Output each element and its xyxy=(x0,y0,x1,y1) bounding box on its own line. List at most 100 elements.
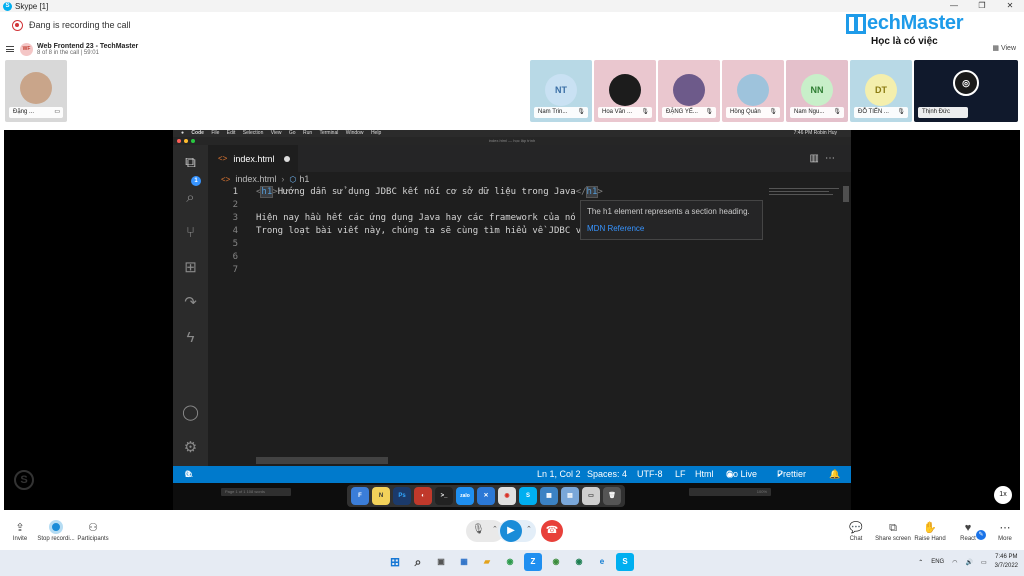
more-actions-icon[interactable]: ⋯ xyxy=(825,153,841,164)
menu-item[interactable]: Selection xyxy=(243,130,264,136)
hover-tooltip: The h1 element represents a section head… xyxy=(580,200,763,240)
maximize-button[interactable]: ❐ xyxy=(968,0,996,12)
video-toggle[interactable]: ▶ ⌃ xyxy=(498,520,536,542)
participant-tile[interactable]: NT Nam Trin... 🎙 xyxy=(530,60,592,122)
code-line[interactable]: Hiện nay hầu hết các ứng dụng Java hay c… xyxy=(256,212,587,225)
encoding-status[interactable]: UTF-8 xyxy=(637,466,663,483)
participant-tile[interactable]: DT ĐỖ TIẾN ... 🎙 xyxy=(850,60,912,122)
preview-icon[interactable]: ▤ xyxy=(561,487,579,505)
explorer-icon[interactable]: ⧉ xyxy=(181,153,200,172)
more-button[interactable]: ⋯ More xyxy=(985,520,1024,542)
zoom-window-icon[interactable] xyxy=(191,139,195,143)
extensions-icon[interactable]: ⊞ xyxy=(181,258,200,277)
menu-item[interactable]: File xyxy=(211,130,219,136)
language-indicator[interactable]: ENG xyxy=(931,559,944,565)
indentation-status[interactable]: Spaces: 4 xyxy=(587,466,627,483)
account-icon[interactable]: ◯ xyxy=(181,403,200,422)
minimap[interactable] xyxy=(769,186,843,198)
close-button[interactable]: ✕ xyxy=(996,0,1024,12)
chevron-up-icon[interactable]: ⌃ xyxy=(918,559,923,566)
menu-item[interactable]: Window xyxy=(346,130,364,136)
raise-hand-button[interactable]: ✋ Raise Hand xyxy=(910,520,950,542)
notifications-bell-icon[interactable]: 🔔 xyxy=(829,466,840,483)
wifi-icon[interactable]: ◠ xyxy=(952,559,957,566)
photoshop-icon[interactable]: Ps xyxy=(393,487,411,505)
file-explorer-icon[interactable]: ▰ xyxy=(478,553,496,571)
stop-recording-button[interactable]: Stop recordi... xyxy=(36,520,76,542)
menu-item[interactable]: Edit xyxy=(227,130,236,136)
participant-tile[interactable]: ◎ Thịnh Đức xyxy=(914,60,1018,122)
settings-gear-icon[interactable]: ⚙ xyxy=(181,438,200,457)
view-button[interactable]: ▦ View xyxy=(992,44,1016,52)
menu-item[interactable]: Terminal xyxy=(319,130,338,136)
participant-tile[interactable]: Hoa Văn ... 🎙 xyxy=(594,60,656,122)
vertical-scrollbar[interactable] xyxy=(843,186,849,202)
printer-icon[interactable]: ▭ xyxy=(582,487,600,505)
menu-icon[interactable] xyxy=(6,45,14,54)
horizontal-scrollbar[interactable] xyxy=(256,457,388,464)
chrome-profile-icon[interactable]: ◉ xyxy=(547,553,565,571)
unsaved-dot-icon[interactable] xyxy=(284,155,291,162)
skype-taskbar-icon[interactable]: S xyxy=(616,553,634,571)
split-editor-icon[interactable]: ▥ xyxy=(810,153,825,164)
mdn-reference-link[interactable]: MDN Reference xyxy=(587,224,756,233)
participant-tile[interactable]: Hồng Quân 🎙 xyxy=(722,60,784,122)
breadcrumb-file[interactable]: index.html xyxy=(235,174,276,184)
menu-item[interactable]: Go xyxy=(289,130,296,136)
chrome-icon[interactable]: ◉ xyxy=(501,553,519,571)
menu-item[interactable]: Run xyxy=(303,130,312,136)
screen-recorder-icon[interactable]: ◐ xyxy=(414,487,432,505)
language-status[interactable]: Html xyxy=(695,466,714,483)
remote-icon[interactable]: ↷ xyxy=(181,293,200,312)
code-line[interactable]: <h1>Hướng dẫn sử dụng JDBC kết nối cơ sở… xyxy=(256,186,603,199)
share-screen-button[interactable]: ⧉ Share screen xyxy=(873,520,913,542)
menu-item[interactable]: Code xyxy=(191,130,204,136)
end-call-button[interactable]: ☎ xyxy=(541,520,563,542)
chat-button[interactable]: 💬 Chat xyxy=(836,520,876,542)
zalo-icon[interactable]: zalo xyxy=(456,487,474,505)
source-control-icon[interactable]: ⑂ xyxy=(181,223,200,242)
battery-icon[interactable]: ▭ xyxy=(981,559,987,566)
close-window-icon[interactable] xyxy=(177,139,181,143)
edge-icon[interactable]: e xyxy=(593,553,611,571)
hand-icon: ✋ xyxy=(923,522,937,534)
terminal-icon[interactable]: >_ xyxy=(435,487,453,505)
chrome-profile-2-icon[interactable]: ◉ xyxy=(570,553,588,571)
cursor-position[interactable]: Ln 1, Col 2 xyxy=(537,466,581,483)
eol-status[interactable]: LF xyxy=(675,466,686,483)
menu-item[interactable]: Help xyxy=(371,130,381,136)
participant-tile[interactable]: Đặng ... ▭ xyxy=(5,60,67,122)
search-icon[interactable]: ⌕ xyxy=(409,553,427,571)
minimize-window-icon[interactable] xyxy=(184,139,188,143)
invite-button[interactable]: ⇪ Invite xyxy=(0,520,40,542)
windows-taskbar: ⊞ ⌕ ▣ ▦ ▰ ◉ Z ◉ ◉ e S ⌃ ENG ◠ 🔊 ▭ 7:46 P… xyxy=(0,550,1024,576)
participant-tile[interactable]: ĐẶNG YẾ... 🎙 xyxy=(658,60,720,122)
tab-index-html[interactable]: <> index.html xyxy=(208,145,298,172)
vscode-icon[interactable]: ✕ xyxy=(477,487,495,505)
chevron-up-icon[interactable]: ⌃ xyxy=(526,525,532,533)
notes-icon[interactable]: N xyxy=(372,487,390,505)
meeting-title[interactable]: Web Frontend 23 - TechMaster xyxy=(37,43,138,50)
zalo-icon[interactable]: Z xyxy=(524,553,542,571)
minimize-button[interactable]: — xyxy=(940,0,968,12)
breadcrumb-symbol[interactable]: h1 xyxy=(299,174,309,184)
widgets-icon[interactable]: ▦ xyxy=(455,553,473,571)
search-icon[interactable]: ⌕ xyxy=(181,188,200,207)
clock[interactable]: 7:46 PM 3/7/2022 xyxy=(995,553,1018,571)
lightning-icon[interactable]: ϟ xyxy=(181,328,200,347)
chevron-up-icon[interactable]: ⌃ xyxy=(492,525,498,533)
participants-button[interactable]: ⚇ Participants xyxy=(73,520,113,542)
task-view-icon[interactable]: ▣ xyxy=(432,553,450,571)
menu-item[interactable]: View xyxy=(271,130,282,136)
code-line[interactable]: Trong loạt bài viết này, chúng ta sẽ cùn… xyxy=(256,225,587,238)
trash-icon[interactable]: 🗑 xyxy=(603,487,621,505)
more-dots-icon: ⋯ xyxy=(999,522,1011,534)
word-icon[interactable]: ▦ xyxy=(540,487,558,505)
participant-tile[interactable]: NN Nam Ngu... 🎙 xyxy=(786,60,848,122)
chrome-icon[interactable]: ◉ xyxy=(498,487,516,505)
skype-icon[interactable]: S xyxy=(519,487,537,505)
volume-icon[interactable]: 🔊 xyxy=(965,559,972,566)
finder-icon[interactable]: F xyxy=(351,487,369,505)
start-menu-icon[interactable]: ⊞ xyxy=(386,553,404,571)
playback-speed-button[interactable]: 1x xyxy=(994,486,1012,504)
